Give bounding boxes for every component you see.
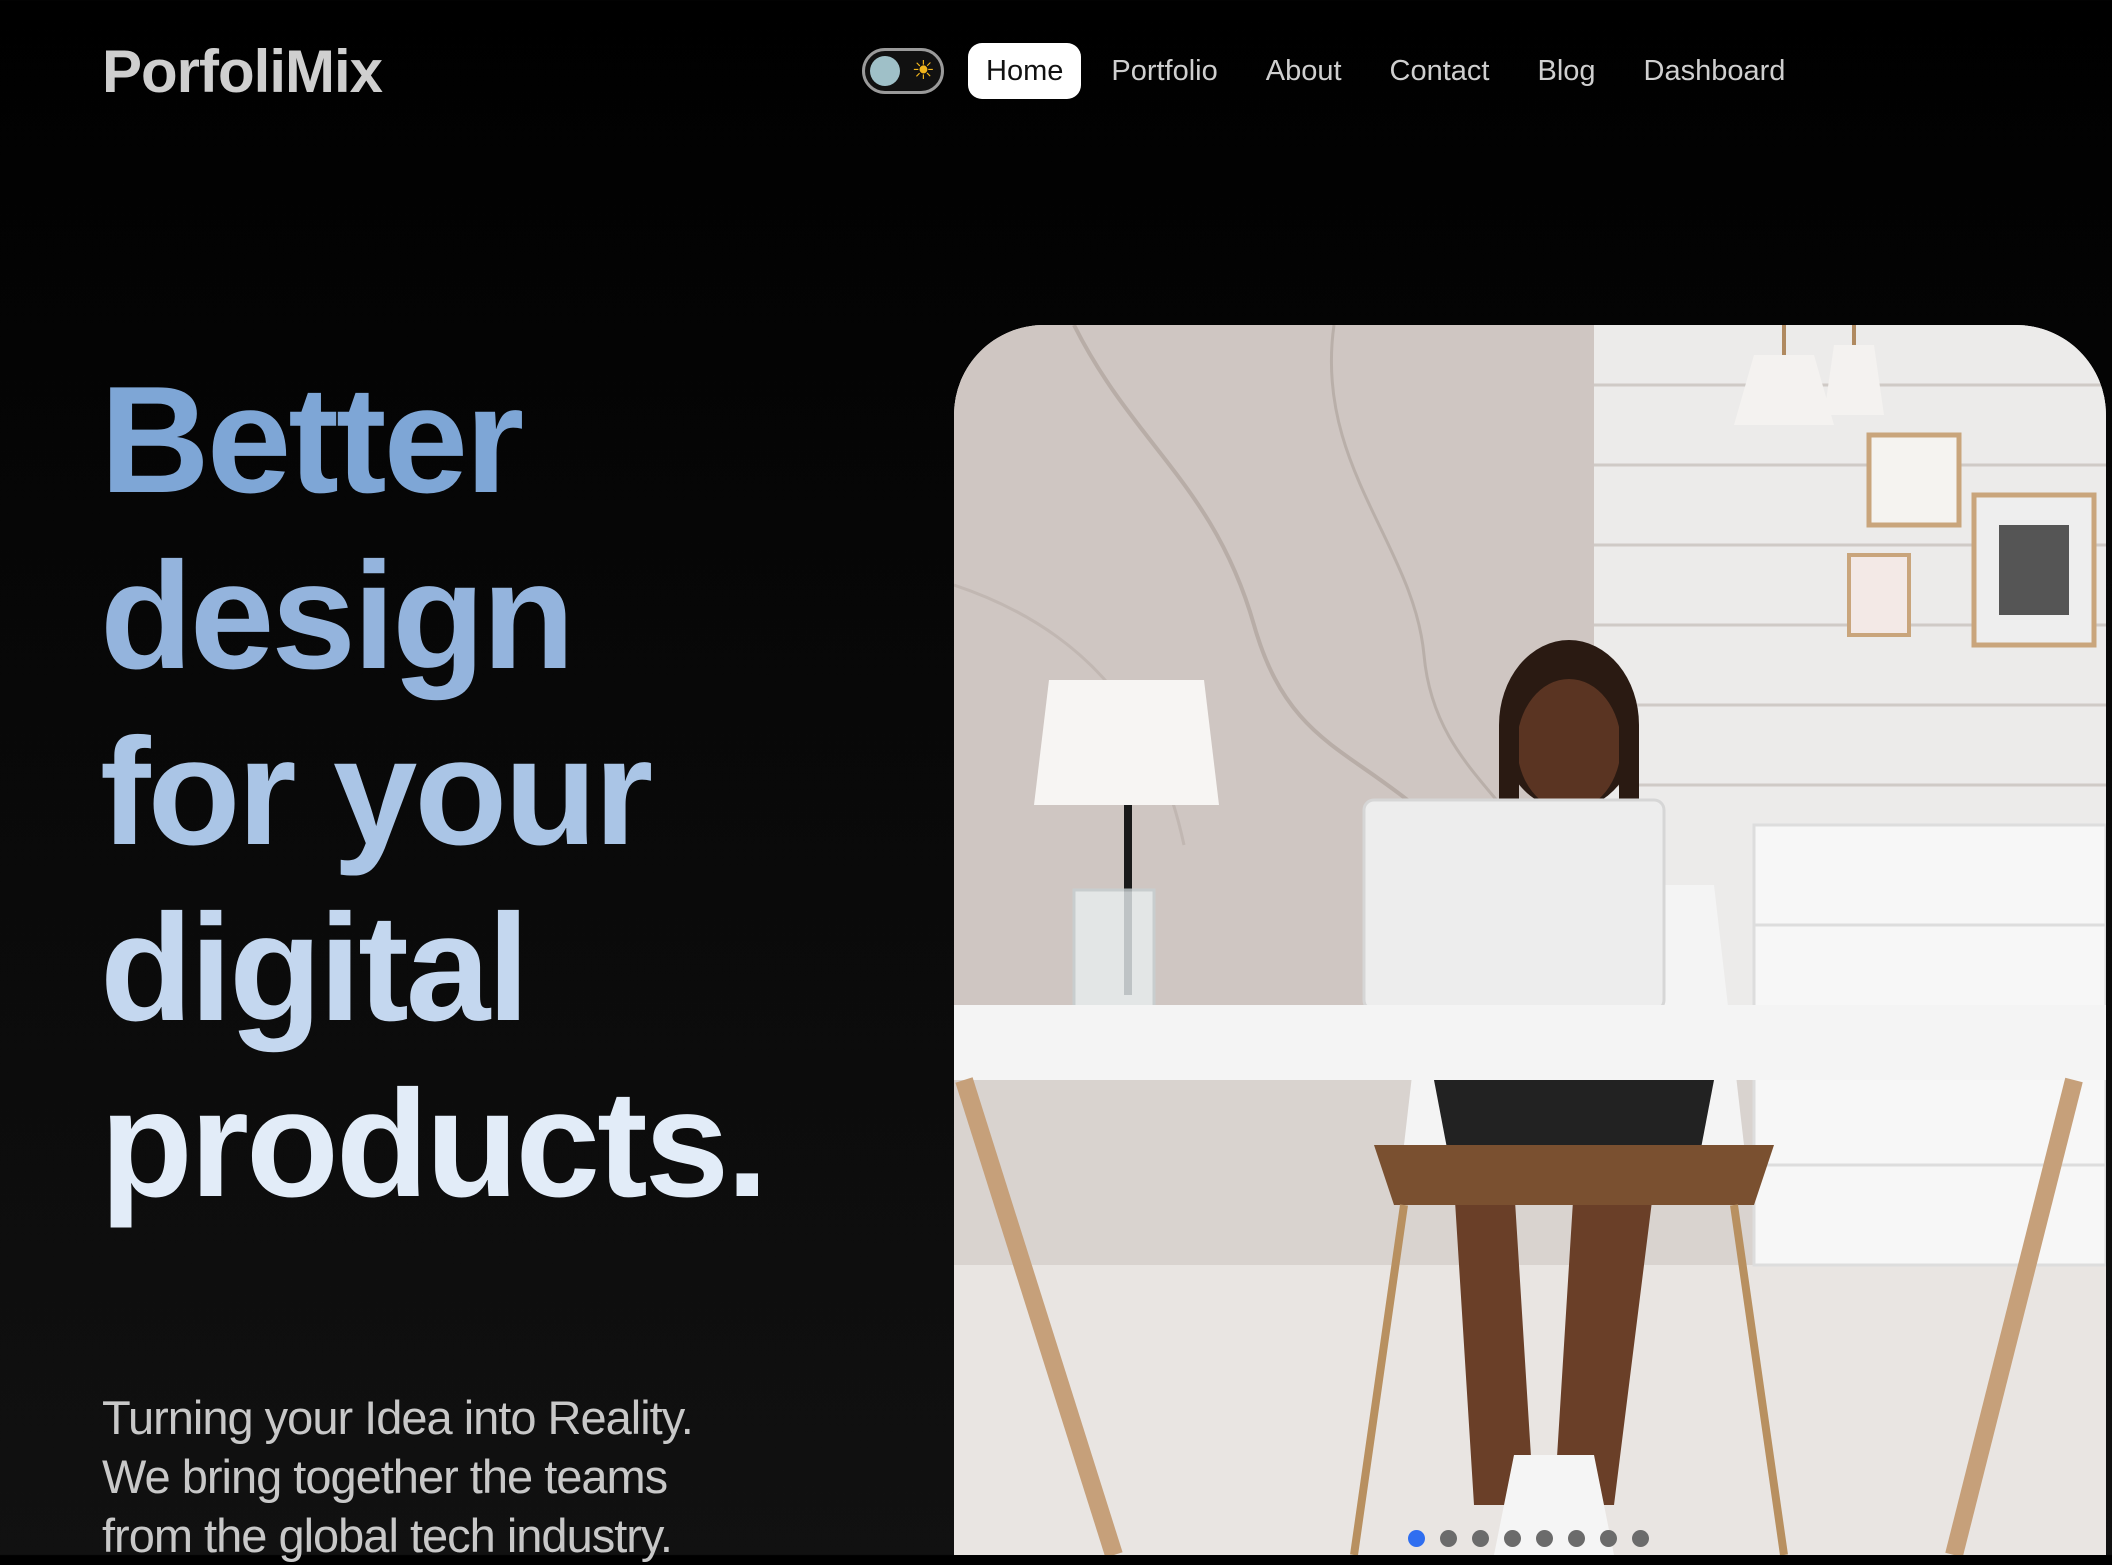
nav-item-portfolio[interactable]: Portfolio [1087,43,1241,99]
office-scene-illustration [954,325,2106,1555]
headline-line: digital [100,883,530,1053]
tagline-line: Turning your Idea into Reality. [102,1391,694,1444]
carousel-dot[interactable] [1440,1530,1457,1547]
theme-toggle[interactable]: ☀ [862,48,944,94]
toggle-knob [870,56,900,86]
tagline-line: We bring together the teams [102,1450,668,1503]
hero-photo [954,325,2106,1555]
hero-headline: Better design for your digital products. [100,352,768,1232]
carousel-dot[interactable] [1504,1530,1521,1547]
sun-icon: ☀ [911,56,935,86]
carousel-dot[interactable] [1408,1530,1425,1547]
carousel-dots [1408,1530,1649,1547]
carousel-dot[interactable] [1568,1530,1585,1547]
nav-item-about[interactable]: About [1242,43,1366,99]
hero-tagline: Turning your Idea into Reality. We bring… [102,1388,742,1565]
nav-item-contact[interactable]: Contact [1366,43,1514,99]
main-nav: ☀ Home Portfolio About Contact Blog Dash… [862,41,1809,101]
nav-item-home[interactable]: Home [968,43,1082,99]
headline-line: Better [100,355,524,525]
carousel-dot[interactable] [1632,1530,1649,1547]
nav-item-dashboard[interactable]: Dashboard [1620,43,1810,99]
headline-line: products. [100,1059,768,1229]
nav-item-blog[interactable]: Blog [1514,43,1620,99]
headline-line: for your [100,707,653,877]
carousel-dot[interactable] [1600,1530,1617,1547]
tagline-line: from the global tech industry. [102,1509,673,1562]
headline-line: design [100,531,575,701]
carousel-dot[interactable] [1472,1530,1489,1547]
carousel-dot[interactable] [1536,1530,1553,1547]
brand-logo[interactable]: PorfoliMix [102,36,383,108]
